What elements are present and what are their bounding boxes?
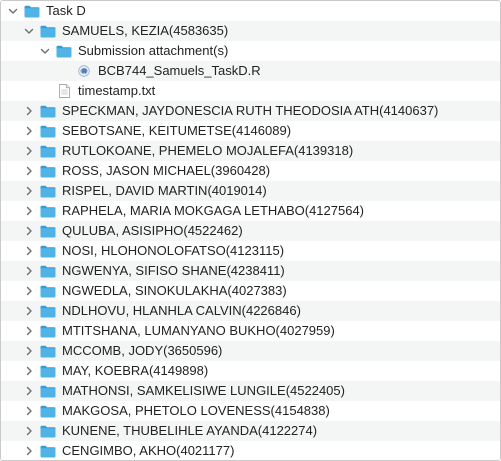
tree-item-label: NDLHOVU, HLANHLA CALVIN(4226846) — [62, 303, 301, 318]
folder-row[interactable]: MCCOMB, JODY(3650596) — [1, 341, 500, 361]
folder-icon — [40, 24, 56, 38]
folder-icon — [40, 144, 56, 158]
folder-icon — [40, 424, 56, 438]
chevron-right-icon[interactable] — [23, 385, 35, 397]
folder-row[interactable]: Task D — [1, 1, 500, 21]
folder-icon — [40, 264, 56, 278]
chevron-right-icon[interactable] — [23, 405, 35, 417]
folder-row[interactable]: NOSI, HLOHONOLOFATSO(4123115) — [1, 241, 500, 261]
chevron-right-icon[interactable] — [23, 185, 35, 197]
folder-row[interactable]: RAPHELA, MARIA MOKGAGA LETHABO(4127564) — [1, 201, 500, 221]
folder-row[interactable]: SEBOTSANE, KEITUMETSE(4146089) — [1, 121, 500, 141]
tree-item-label: MATHONSI, SAMKELISIWE LUNGILE(4522405) — [62, 383, 345, 398]
tree-item-label: timestamp.txt — [78, 83, 156, 98]
chevron-right-icon[interactable] — [23, 145, 35, 157]
chevron-down-icon[interactable] — [39, 45, 51, 57]
tree-item-label: Submission attachment(s) — [78, 43, 229, 58]
folder-icon — [40, 344, 56, 358]
tree-item-label: BCB744_Samuels_TaskD.R — [98, 63, 261, 78]
folder-row[interactable]: NDLHOVU, HLANHLA CALVIN(4226846) — [1, 301, 500, 321]
tree-item-label: ROSS, JASON MICHAEL(3960428) — [62, 163, 271, 178]
chevron-right-icon[interactable] — [23, 165, 35, 177]
tree-item-label: NGWEDLA, SINOKULAKHA(4027383) — [62, 283, 287, 298]
tree-item-label: SAMUELS, KEZIA(4583635) — [62, 23, 229, 38]
folder-icon — [40, 224, 56, 238]
tree-item-label: SEBOTSANE, KEITUMETSE(4146089) — [62, 123, 292, 138]
folder-row[interactable]: SAMUELS, KEZIA(4583635) — [1, 21, 500, 41]
tree-item-label: RISPEL, DAVID MARTIN(4019014) — [62, 183, 267, 198]
folder-row[interactable]: NGWENYA, SIFISO SHANE(4238411) — [1, 261, 500, 281]
tree-item-label: MCCOMB, JODY(3650596) — [62, 343, 223, 358]
tree-item-label: MAY, KOEBRA(4149898) — [62, 363, 209, 378]
folder-row[interactable]: SPECKMAN, JAYDONESCIA RUTH THEODOSIA ATH… — [1, 101, 500, 121]
chevron-right-icon[interactable] — [23, 325, 35, 337]
folder-icon — [40, 444, 56, 458]
chevron-right-icon[interactable] — [23, 445, 35, 457]
folder-icon — [40, 204, 56, 218]
chevron-right-icon[interactable] — [23, 245, 35, 257]
tree-item-label: CENGIMBO, AKHO(4021177) — [62, 443, 235, 458]
folder-icon — [40, 164, 56, 178]
folder-icon — [40, 124, 56, 138]
file-tree: Task D SAMUELS, KEZIA(4583635) Submission … — [1, 1, 500, 460]
folder-row[interactable]: RUTLOKOANE, PHEMELO MOJALEFA(4139318) — [1, 141, 500, 161]
folder-row[interactable]: NGWEDLA, SINOKULAKHA(4027383) — [1, 281, 500, 301]
chevron-down-icon[interactable] — [7, 5, 19, 17]
folder-row[interactable]: QULUBA, ASISIPHO(4522462) — [1, 221, 500, 241]
folder-icon — [40, 404, 56, 418]
tree-item-label: NGWENYA, SIFISO SHANE(4238411) — [62, 263, 285, 278]
chevron-right-icon[interactable] — [23, 285, 35, 297]
tree-item-label: MAKGOSA, PHETOLO LOVENESS(4154838) — [62, 403, 330, 418]
chevron-right-icon[interactable] — [23, 345, 35, 357]
tree-item-label: SPECKMAN, JAYDONESCIA RUTH THEODOSIA ATH… — [62, 103, 439, 118]
file-tree-window: Task D SAMUELS, KEZIA(4583635) Submission … — [0, 0, 501, 461]
text-file-icon — [56, 84, 72, 98]
tree-item-label: QULUBA, ASISIPHO(4522462) — [62, 223, 243, 238]
tree-item-label: RUTLOKOANE, PHEMELO MOJALEFA(4139318) — [62, 143, 354, 158]
folder-row[interactable]: CENGIMBO, AKHO(4021177) — [1, 441, 500, 460]
tree-item-label: NOSI, HLOHONOLOFATSO(4123115) — [62, 243, 285, 258]
chevron-right-icon[interactable] — [23, 105, 35, 117]
r-file-icon — [76, 64, 92, 78]
folder-row[interactable]: MATHONSI, SAMKELISIWE LUNGILE(4522405) — [1, 381, 500, 401]
folder-icon — [24, 4, 40, 18]
tree-item-label: MTITSHANA, LUMANYANO BUKHO(4027959) — [62, 323, 335, 338]
chevron-down-icon[interactable] — [23, 25, 35, 37]
folder-icon — [40, 184, 56, 198]
folder-icon — [40, 284, 56, 298]
folder-icon — [40, 324, 56, 338]
chevron-right-icon[interactable] — [23, 205, 35, 217]
folder-row[interactable]: KUNENE, THUBELIHLE AYANDA(4122274) — [1, 421, 500, 441]
folder-icon — [40, 244, 56, 258]
folder-row[interactable]: ROSS, JASON MICHAEL(3960428) — [1, 161, 500, 181]
folder-row[interactable]: MAKGOSA, PHETOLO LOVENESS(4154838) — [1, 401, 500, 421]
file-row[interactable]: BCB744_Samuels_TaskD.R — [1, 61, 500, 81]
folder-icon — [40, 104, 56, 118]
folder-row[interactable]: Submission attachment(s) — [1, 41, 500, 61]
chevron-right-icon[interactable] — [23, 225, 35, 237]
tree-item-label: KUNENE, THUBELIHLE AYANDA(4122274) — [62, 423, 318, 438]
folder-icon — [40, 384, 56, 398]
chevron-right-icon[interactable] — [23, 305, 35, 317]
chevron-right-icon[interactable] — [23, 425, 35, 437]
chevron-right-icon[interactable] — [23, 125, 35, 137]
folder-row[interactable]: MAY, KOEBRA(4149898) — [1, 361, 500, 381]
folder-row[interactable]: RISPEL, DAVID MARTIN(4019014) — [1, 181, 500, 201]
folder-icon — [56, 44, 72, 58]
folder-icon — [40, 304, 56, 318]
tree-item-label: RAPHELA, MARIA MOKGAGA LETHABO(4127564) — [62, 203, 365, 218]
folder-row[interactable]: MTITSHANA, LUMANYANO BUKHO(4027959) — [1, 321, 500, 341]
file-row[interactable]: timestamp.txt — [1, 81, 500, 101]
folder-icon — [40, 364, 56, 378]
tree-item-label: Task D — [46, 3, 86, 18]
chevron-right-icon[interactable] — [23, 265, 35, 277]
chevron-right-icon[interactable] — [23, 365, 35, 377]
